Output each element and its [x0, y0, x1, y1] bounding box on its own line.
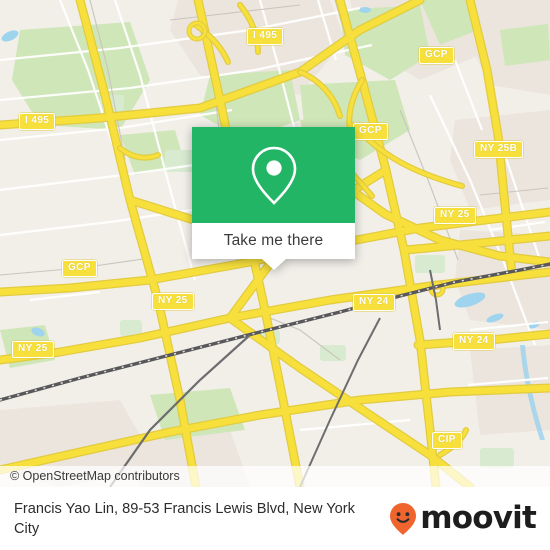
map-canvas[interactable]: I 495 GCP I 495 GCP NY 25B NY 25 GCP NY …	[0, 0, 550, 487]
road-shield-cip: CIP	[432, 432, 462, 449]
road-shield-ny24-mid: NY 24	[353, 294, 395, 311]
moovit-logo[interactable]: moovit	[389, 500, 537, 536]
location-popup-card[interactable]: Take me there	[192, 127, 355, 270]
place-address-text: Francis Yao Lin, 89-53 Francis Lewis Blv…	[14, 500, 355, 537]
popup-header	[192, 127, 355, 223]
map-result-page: I 495 GCP I 495 GCP NY 25B NY 25 GCP NY …	[0, 0, 550, 550]
road-shield-ny25-mid: NY 25	[152, 293, 194, 310]
map-attribution[interactable]: © OpenStreetMap contributors	[0, 466, 550, 487]
road-shield-gcp-left: GCP	[62, 260, 97, 277]
road-shield-i495-top: I 495	[247, 28, 284, 45]
road-shield-ny25b: NY 25B	[474, 141, 524, 158]
road-shield-ny24-right: NY 24	[453, 333, 495, 350]
footer-bar: Francis Yao Lin, 89-53 Francis Lewis Blv…	[0, 487, 550, 550]
moovit-smiley-pin-icon	[390, 502, 417, 535]
popup-pointer-tail	[261, 259, 286, 270]
road-shield-gcp-mid: GCP	[353, 123, 388, 140]
popup-action-row[interactable]: Take me there	[192, 223, 355, 270]
road-shield-gcp-top: GCP	[419, 47, 454, 64]
road-shield-ny25-right: NY 25	[434, 207, 476, 224]
location-pin-icon	[251, 146, 296, 205]
take-me-there-label: Take me there	[223, 232, 324, 249]
road-shield-ny25-left: NY 25	[12, 341, 54, 358]
moovit-wordmark: moovit	[420, 500, 537, 536]
road-shield-i495-left: I 495	[19, 113, 56, 130]
